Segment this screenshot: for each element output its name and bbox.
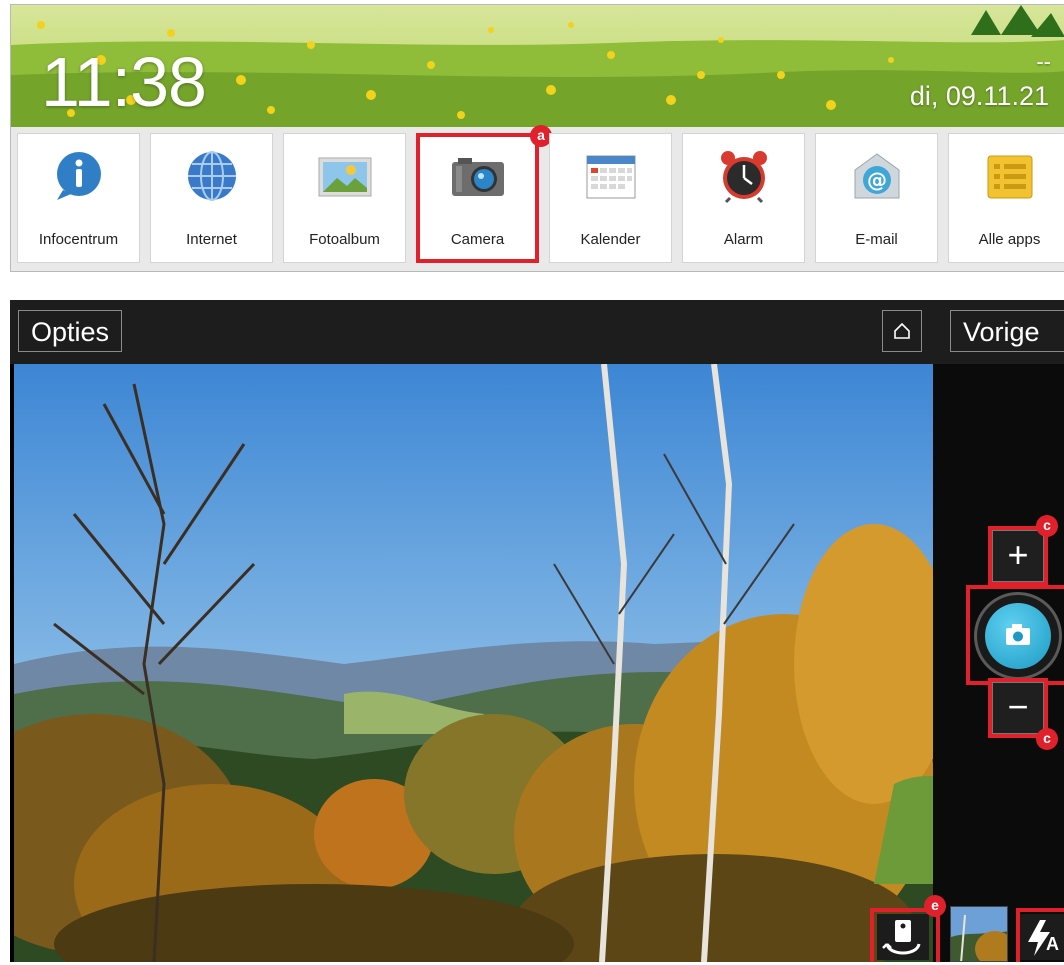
zoom-out-button[interactable]: − [992, 682, 1044, 734]
marker-c-bottom: c [1036, 728, 1058, 750]
camera-icon [451, 158, 504, 196]
app-label: Alle apps [978, 231, 1041, 248]
email-icon: @ [854, 153, 899, 199]
all-apps-icon [987, 155, 1032, 199]
app-label: E-mail [855, 231, 898, 248]
app-tile-alarm[interactable]: Alarm [682, 133, 805, 263]
app-label: Infocentrum [38, 231, 119, 248]
date-label: di, 09.11.21 [909, 81, 1049, 111]
calendar-icon [586, 155, 635, 199]
home-icon [894, 322, 910, 339]
home-button[interactable] [882, 310, 922, 352]
app-tile-internet[interactable]: Internet [150, 133, 273, 263]
app-tile-email[interactable]: @ E-mail [815, 133, 938, 263]
shutter-face [985, 603, 1051, 669]
weather-temperature: -- [1036, 49, 1051, 74]
camera-shutter-icon [1006, 624, 1030, 645]
app-tile-infocentrum[interactable]: Infocentrum [17, 133, 140, 263]
app-label: Fotoalbum [309, 231, 380, 248]
app-tile-alle-apps[interactable]: Alle apps [948, 133, 1064, 263]
app-shortcut-bar: Infocentrum Internet Fotoalbum Camera a … [17, 125, 1064, 265]
camera-screen: Opties Vorige [10, 300, 1064, 962]
zoom-in-button[interactable]: + [992, 530, 1044, 582]
marker-c: c [1036, 515, 1058, 537]
app-label: Camera [450, 231, 505, 248]
info-bubble-icon [56, 152, 101, 200]
marker-e: e [924, 895, 946, 917]
app-label: Alarm [723, 231, 764, 248]
shutter-button[interactable] [974, 592, 1062, 680]
svg-text:@: @ [867, 168, 887, 192]
options-button[interactable]: Opties [18, 310, 123, 352]
app-tile-camera[interactable]: Camera a [416, 125, 552, 263]
app-label: Kalender [580, 231, 641, 248]
clock-time: 11:38 [41, 43, 207, 121]
flash-mode-button[interactable]: A [1020, 914, 1064, 960]
app-tile-kalender[interactable]: Kalender [549, 133, 672, 263]
camera-viewfinder[interactable] [14, 364, 933, 962]
back-button[interactable]: Vorige [950, 310, 1064, 352]
switch-camera-icon [882, 920, 921, 955]
wallpaper-meadow: 11:38 -- di, 09.11.21 [11, 5, 1064, 127]
flash-mode-label: A [1046, 934, 1059, 954]
home-screen: 11:38 -- di, 09.11.21 Infocentrum Intern… [10, 4, 1064, 272]
last-photo-thumbnail[interactable] [950, 906, 1008, 962]
alarm-clock-icon [720, 151, 767, 204]
camera-top-bar: Opties Vorige [10, 300, 1064, 364]
app-tile-fotoalbum[interactable]: Fotoalbum [283, 133, 406, 263]
globe-icon [187, 151, 236, 201]
switch-camera-button[interactable] [877, 914, 929, 960]
photo-album-icon [318, 157, 371, 197]
app-label: Internet [186, 231, 237, 248]
